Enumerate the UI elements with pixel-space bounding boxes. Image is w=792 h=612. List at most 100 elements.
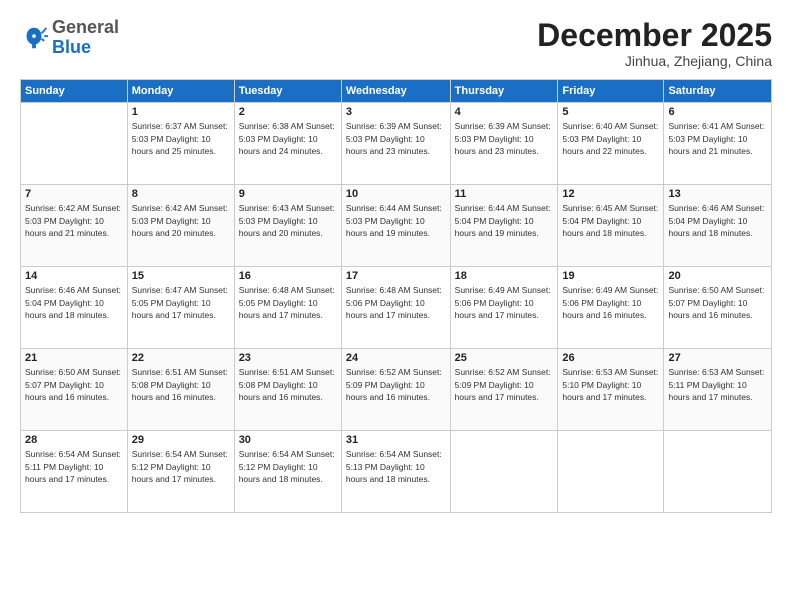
day-info: Sunrise: 6:49 AM Sunset: 5:06 PM Dayligh… bbox=[455, 284, 554, 321]
location: Jinhua, Zhejiang, China bbox=[537, 53, 772, 69]
day-number: 25 bbox=[455, 352, 554, 364]
calendar-cell: 3Sunrise: 6:39 AM Sunset: 5:03 PM Daylig… bbox=[341, 103, 450, 185]
day-number: 4 bbox=[455, 106, 554, 118]
week-row-1: 1 Sunrise: 6:37 AM Sunset: 5:03 PM Daylig… bbox=[21, 103, 772, 185]
day-info: Sunrise: 6:46 AM Sunset: 5:04 PM Dayligh… bbox=[668, 202, 767, 239]
day-info: Sunrise: 6:50 AM Sunset: 5:07 PM Dayligh… bbox=[25, 366, 123, 403]
calendar-cell: 17 Sunrise: 6:48 AM Sunset: 5:06 PM Dayli… bbox=[341, 267, 450, 349]
calendar-cell: 4 Sunrise: 6:39 AM Sunset: 5:03 PM Daylig… bbox=[450, 103, 558, 185]
day-number: 6 bbox=[668, 106, 767, 118]
day-info: Sunrise: 6:54 AM Sunset: 5:12 PM Dayligh… bbox=[132, 448, 230, 485]
weekday-header-sunday: Sunday bbox=[21, 80, 128, 103]
day-number: 13 bbox=[668, 188, 767, 200]
day-info: Sunrise: 6:39 AM Sunset: 5:03 PM Dayligh… bbox=[455, 120, 554, 157]
calendar-cell: 19Sunrise: 6:49 AM Sunset: 5:06 PM Dayli… bbox=[558, 267, 664, 349]
calendar-cell bbox=[450, 431, 558, 513]
calendar-cell: 6 Sunrise: 6:41 AM Sunset: 5:03 PM Daylig… bbox=[664, 103, 772, 185]
calendar-cell: 27Sunrise: 6:53 AM Sunset: 5:11 PM Dayli… bbox=[664, 349, 772, 431]
calendar-table: SundayMondayTuesdayWednesdayThursdayFrid… bbox=[20, 79, 772, 513]
calendar-cell: 22 Sunrise: 6:51 AM Sunset: 5:08 PM Dayli… bbox=[127, 349, 234, 431]
calendar-cell: 21 Sunrise: 6:50 AM Sunset: 5:07 PM Dayli… bbox=[21, 349, 128, 431]
day-number: 10 bbox=[346, 188, 446, 200]
day-number: 2 bbox=[239, 106, 337, 118]
calendar-cell: 20 Sunrise: 6:50 AM Sunset: 5:07 PM Dayli… bbox=[664, 267, 772, 349]
day-number: 18 bbox=[455, 270, 554, 282]
day-info: Sunrise: 6:51 AM Sunset: 5:08 PM Dayligh… bbox=[132, 366, 230, 403]
calendar-cell: 29Sunrise: 6:54 AM Sunset: 5:12 PM Dayli… bbox=[127, 431, 234, 513]
week-row-2: 7 Sunrise: 6:42 AM Sunset: 5:03 PM Daylig… bbox=[21, 185, 772, 267]
day-info: Sunrise: 6:44 AM Sunset: 5:03 PM Dayligh… bbox=[346, 202, 446, 239]
header: General Blue December 2025 Jinhua, Zheji… bbox=[20, 18, 772, 69]
calendar-cell bbox=[664, 431, 772, 513]
day-number: 30 bbox=[239, 434, 337, 446]
day-info: Sunrise: 6:43 AM Sunset: 5:03 PM Dayligh… bbox=[239, 202, 337, 239]
day-info: Sunrise: 6:44 AM Sunset: 5:04 PM Dayligh… bbox=[455, 202, 554, 239]
day-info: Sunrise: 6:54 AM Sunset: 5:11 PM Dayligh… bbox=[25, 448, 123, 485]
title-block: December 2025 Jinhua, Zhejiang, China bbox=[537, 18, 772, 69]
weekday-header-friday: Friday bbox=[558, 80, 664, 103]
day-info: Sunrise: 6:54 AM Sunset: 5:13 PM Dayligh… bbox=[346, 448, 446, 485]
day-info: Sunrise: 6:41 AM Sunset: 5:03 PM Dayligh… bbox=[668, 120, 767, 157]
day-info: Sunrise: 6:52 AM Sunset: 5:09 PM Dayligh… bbox=[455, 366, 554, 403]
weekday-header-wednesday: Wednesday bbox=[341, 80, 450, 103]
day-number: 5 bbox=[562, 106, 659, 118]
day-info: Sunrise: 6:40 AM Sunset: 5:03 PM Dayligh… bbox=[562, 120, 659, 157]
calendar-cell: 12Sunrise: 6:45 AM Sunset: 5:04 PM Dayli… bbox=[558, 185, 664, 267]
weekday-header-thursday: Thursday bbox=[450, 80, 558, 103]
day-number: 31 bbox=[346, 434, 446, 446]
day-info: Sunrise: 6:42 AM Sunset: 5:03 PM Dayligh… bbox=[132, 202, 230, 239]
day-number: 7 bbox=[25, 188, 123, 200]
weekday-header-saturday: Saturday bbox=[664, 80, 772, 103]
calendar-cell: 30 Sunrise: 6:54 AM Sunset: 5:12 PM Dayli… bbox=[234, 431, 341, 513]
calendar-cell: 11Sunrise: 6:44 AM Sunset: 5:04 PM Dayli… bbox=[450, 185, 558, 267]
calendar-cell: 24 Sunrise: 6:52 AM Sunset: 5:09 PM Dayli… bbox=[341, 349, 450, 431]
day-info: Sunrise: 6:51 AM Sunset: 5:08 PM Dayligh… bbox=[239, 366, 337, 403]
day-info: Sunrise: 6:47 AM Sunset: 5:05 PM Dayligh… bbox=[132, 284, 230, 321]
page: General Blue December 2025 Jinhua, Zheji… bbox=[0, 0, 792, 612]
weekday-header-tuesday: Tuesday bbox=[234, 80, 341, 103]
logo: General Blue bbox=[20, 18, 119, 58]
day-number: 26 bbox=[562, 352, 659, 364]
day-info: Sunrise: 6:50 AM Sunset: 5:07 PM Dayligh… bbox=[668, 284, 767, 321]
day-info: Sunrise: 6:48 AM Sunset: 5:06 PM Dayligh… bbox=[346, 284, 446, 321]
day-number: 24 bbox=[346, 352, 446, 364]
calendar-cell: 15Sunrise: 6:47 AM Sunset: 5:05 PM Dayli… bbox=[127, 267, 234, 349]
calendar-cell: 2Sunrise: 6:38 AM Sunset: 5:03 PM Daylig… bbox=[234, 103, 341, 185]
day-number: 17 bbox=[346, 270, 446, 282]
day-info: Sunrise: 6:46 AM Sunset: 5:04 PM Dayligh… bbox=[25, 284, 123, 321]
calendar-cell: 10 Sunrise: 6:44 AM Sunset: 5:03 PM Dayli… bbox=[341, 185, 450, 267]
day-info: Sunrise: 6:49 AM Sunset: 5:06 PM Dayligh… bbox=[562, 284, 659, 321]
day-info: Sunrise: 6:45 AM Sunset: 5:04 PM Dayligh… bbox=[562, 202, 659, 239]
day-info: Sunrise: 6:53 AM Sunset: 5:10 PM Dayligh… bbox=[562, 366, 659, 403]
day-number: 8 bbox=[132, 188, 230, 200]
calendar-cell: 1 Sunrise: 6:37 AM Sunset: 5:03 PM Daylig… bbox=[127, 103, 234, 185]
day-info: Sunrise: 6:52 AM Sunset: 5:09 PM Dayligh… bbox=[346, 366, 446, 403]
calendar-cell: 14 Sunrise: 6:46 AM Sunset: 5:04 PM Dayli… bbox=[21, 267, 128, 349]
logo-blue: Blue bbox=[52, 37, 91, 57]
weekday-header-row: SundayMondayTuesdayWednesdayThursdayFrid… bbox=[21, 80, 772, 103]
calendar-cell: 31 Sunrise: 6:54 AM Sunset: 5:13 PM Dayli… bbox=[341, 431, 450, 513]
calendar-cell: 18 Sunrise: 6:49 AM Sunset: 5:06 PM Dayli… bbox=[450, 267, 558, 349]
calendar-cell: 25 Sunrise: 6:52 AM Sunset: 5:09 PM Dayli… bbox=[450, 349, 558, 431]
day-info: Sunrise: 6:37 AM Sunset: 5:03 PM Dayligh… bbox=[132, 120, 230, 157]
day-number: 1 bbox=[132, 106, 230, 118]
calendar-cell: 23Sunrise: 6:51 AM Sunset: 5:08 PM Dayli… bbox=[234, 349, 341, 431]
calendar-cell bbox=[558, 431, 664, 513]
day-number: 21 bbox=[25, 352, 123, 364]
week-row-5: 28 Sunrise: 6:54 AM Sunset: 5:11 PM Dayli… bbox=[21, 431, 772, 513]
calendar-cell: 7 Sunrise: 6:42 AM Sunset: 5:03 PM Daylig… bbox=[21, 185, 128, 267]
day-number: 14 bbox=[25, 270, 123, 282]
week-row-4: 21 Sunrise: 6:50 AM Sunset: 5:07 PM Dayli… bbox=[21, 349, 772, 431]
day-number: 3 bbox=[346, 106, 446, 118]
day-info: Sunrise: 6:54 AM Sunset: 5:12 PM Dayligh… bbox=[239, 448, 337, 485]
calendar-cell: 16Sunrise: 6:48 AM Sunset: 5:05 PM Dayli… bbox=[234, 267, 341, 349]
day-number: 20 bbox=[668, 270, 767, 282]
day-info: Sunrise: 6:42 AM Sunset: 5:03 PM Dayligh… bbox=[25, 202, 123, 239]
day-number: 22 bbox=[132, 352, 230, 364]
calendar-cell: 26 Sunrise: 6:53 AM Sunset: 5:10 PM Dayli… bbox=[558, 349, 664, 431]
day-number: 16 bbox=[239, 270, 337, 282]
logo-icon bbox=[20, 24, 48, 52]
calendar-cell: 13 Sunrise: 6:46 AM Sunset: 5:04 PM Dayli… bbox=[664, 185, 772, 267]
day-number: 28 bbox=[25, 434, 123, 446]
calendar-cell: 9Sunrise: 6:43 AM Sunset: 5:03 PM Daylig… bbox=[234, 185, 341, 267]
